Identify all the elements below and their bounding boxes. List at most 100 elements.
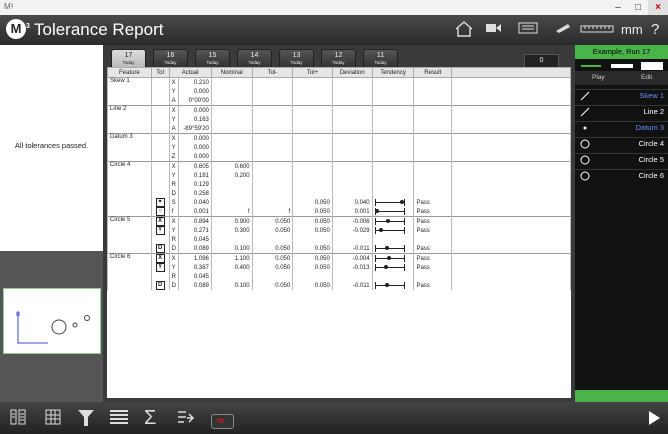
table-row[interactable]: Y 0.163 (107, 115, 571, 124)
play-icon[interactable] (647, 410, 661, 432)
step-item[interactable]: Circle 6 (575, 169, 668, 182)
play-tab[interactable]: Play (592, 74, 605, 81)
tab-run-1[interactable]: 16 Today (153, 49, 188, 68)
table-row[interactable]: Datum 3 X 0.000 (107, 133, 571, 143)
table-row[interactable]: D 0.258 (107, 189, 571, 198)
table-row[interactable]: Skew 1 X 0.210 (107, 77, 571, 87)
col-result[interactable]: Result (413, 67, 453, 78)
tab-run-0[interactable]: 17 Today (111, 49, 146, 68)
sigma-icon[interactable]: Σ (144, 408, 156, 428)
tendency-max-tick (403, 281, 405, 289)
table-row[interactable]: ○ f 0.001 f f 0.050 0.001 Pass (107, 207, 571, 217)
tendency-marker (378, 227, 383, 232)
tolerance-symbol-icon[interactable]: Y (155, 263, 165, 272)
help-button[interactable]: ? (651, 21, 659, 38)
feature-name (107, 87, 152, 96)
result-value: Pass (413, 207, 453, 217)
step-item[interactable]: Skew 1 (575, 89, 668, 102)
home-icon[interactable] (455, 21, 473, 41)
tolerance-table: Feature Tol Actual Nominal Tol- Tol+ Dev… (107, 67, 571, 290)
col-tendency[interactable]: Tendency (371, 67, 415, 78)
col-actual[interactable]: Actual (168, 67, 212, 78)
tolerance-symbol-icon[interactable]: Y (155, 226, 165, 235)
table-row[interactable]: A -89°59'20 (107, 124, 571, 134)
table-row[interactable]: Line 2 X 0.000 (107, 105, 571, 115)
table-row[interactable]: Z 0.000 (107, 152, 571, 162)
minimize-button[interactable]: – (608, 0, 628, 15)
close-button[interactable]: × (648, 0, 668, 15)
nominal-value (210, 87, 253, 96)
table-row[interactable]: R 0.045 (107, 272, 571, 281)
tolerance-symbol-icon[interactable]: X (155, 254, 165, 263)
progress-segment-end (641, 62, 663, 70)
ruler-icon[interactable] (580, 21, 614, 39)
step-item[interactable]: Circle 4 (575, 137, 668, 150)
tab-run-2[interactable]: 15 Today (195, 49, 230, 68)
part-view-thumbnail[interactable] (3, 288, 101, 354)
step-item[interactable]: Line 2 (575, 105, 668, 118)
table-row[interactable]: A 0°00'00 (107, 96, 571, 106)
tab-run-6[interactable]: 11 Today (363, 49, 398, 68)
table-row[interactable]: Circle 5 X X 0.894 0.900 0.050 0.050 -0.006 Pass (107, 216, 571, 226)
circle-icon (580, 155, 590, 165)
table-grid-icon[interactable] (44, 408, 62, 432)
video-camera-icon[interactable] (485, 21, 503, 39)
tolerance-symbol-icon[interactable]: ○ (155, 207, 165, 216)
keyboard-icon[interactable] (518, 21, 538, 39)
units-label[interactable]: mm (621, 22, 643, 37)
table-row[interactable]: D D 0.089 0.100 0.050 0.050 -0.011 Pass (107, 281, 571, 290)
tendency-line (374, 266, 405, 268)
table-row[interactable]: Y Y 0.387 0.400 0.050 0.050 -0.013 Pass (107, 263, 571, 272)
col-deviation[interactable]: Deviation (331, 67, 373, 78)
maximize-button[interactable]: □ (628, 0, 648, 15)
tolerance-symbol-icon[interactable]: ⌖ (155, 198, 165, 207)
step-item[interactable]: Circle 5 (575, 153, 668, 166)
record-button[interactable] (211, 414, 234, 429)
tab-run-3[interactable]: 14 Today (237, 49, 272, 68)
spacer-cell (451, 253, 571, 263)
col-tol[interactable]: Tol (150, 67, 170, 78)
col-tol-minus[interactable]: Tol- (251, 67, 294, 78)
col-nominal[interactable]: Nominal (210, 67, 253, 78)
tendency-max-tick (403, 217, 405, 225)
tol-plus-value (292, 180, 333, 189)
edit-tab[interactable]: Edit (641, 74, 652, 81)
program-title: Example, Run 17 (575, 45, 668, 59)
tendency-cell (371, 171, 415, 180)
actual-value: 0°00'00 (177, 96, 212, 106)
feature-name (107, 180, 152, 189)
table-row[interactable]: R 0.129 (107, 180, 571, 189)
probe-icon[interactable] (554, 21, 572, 41)
report-columns-icon[interactable] (9, 408, 27, 432)
list-icon[interactable] (109, 408, 129, 432)
tolerance-symbol-icon[interactable]: X (155, 217, 165, 226)
tendency-max-tick (403, 207, 405, 215)
table-row[interactable]: Circle 6 X X 1.096 1.100 0.050 0.050 -0.004 Pass (107, 253, 571, 263)
axis-label: Y (168, 115, 179, 124)
step-item[interactable]: Datum 3 (575, 121, 668, 134)
tab-run-5[interactable]: 12 Today (321, 49, 356, 68)
tolerance-symbol-icon[interactable]: D (155, 281, 165, 290)
tab-run-4[interactable]: 13 Today (279, 49, 314, 68)
table-row[interactable]: R 0.045 (107, 235, 571, 244)
col-tol-plus[interactable]: Tol+ (292, 67, 333, 78)
export-icon[interactable] (176, 408, 196, 434)
deviation-value (331, 235, 373, 244)
tol-symbol-cell (150, 87, 170, 96)
col-feature[interactable]: Feature (107, 67, 152, 78)
tol-symbol-cell (150, 133, 170, 143)
filter-icon[interactable] (77, 408, 95, 434)
table-row[interactable]: Y 0.000 (107, 87, 571, 96)
table-row[interactable]: ⌖ S 0.040 0.050 0.040 Pass (107, 198, 571, 207)
table-row[interactable]: Y 0.000 (107, 143, 571, 152)
deviation-value (331, 272, 373, 281)
result-value: Pass (413, 263, 453, 272)
tolerance-symbol-icon[interactable]: D (155, 244, 165, 253)
mode-tabs: Play Edit (575, 71, 668, 85)
table-row[interactable]: D D 0.089 0.100 0.050 0.050 -0.011 Pass (107, 244, 571, 254)
tendency-gauge (374, 226, 405, 234)
table-row[interactable]: Y 0.181 0.200 (107, 171, 571, 180)
table-row[interactable]: Circle 4 X 0.605 0.600 (107, 161, 571, 171)
table-row[interactable]: Y Y 0.271 0.300 0.050 0.050 -0.029 Pass (107, 226, 571, 235)
tendency-cell (371, 263, 415, 272)
